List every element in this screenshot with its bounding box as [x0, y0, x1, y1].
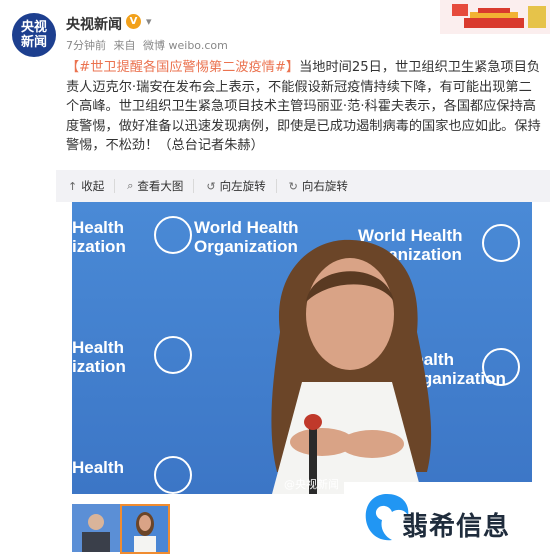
rotate-right-button[interactable]: ↻ 向右旋转 — [289, 179, 358, 193]
thumbnail-2[interactable] — [120, 504, 170, 554]
view-large-button[interactable]: ⌕ 查看大图 — [127, 179, 195, 193]
image-watermark: @央视新闻 — [284, 478, 339, 491]
magnifier-icon: ⌕ — [127, 179, 134, 192]
who-left-line1: Health — [72, 218, 124, 237]
post-text: 【#世卫提醒各国应警惕第二波疫情#】当地时间25日，世卫组织卫生紧急项目负责人迈… — [66, 58, 542, 156]
collapse-label: 收起 — [81, 179, 105, 193]
collapse-icon: ↑ — [68, 179, 78, 193]
rotate-right-label: 向右旋转 — [301, 179, 348, 193]
who-emblem-icon — [154, 216, 192, 254]
thumbnail-1[interactable] — [72, 504, 120, 552]
thumbnail-2-image — [122, 506, 168, 552]
who-left-text-2: Health ization — [72, 338, 126, 376]
speaker-figure — [271, 239, 432, 494]
who-left-line1c: Health — [72, 458, 124, 477]
avatar-line1: 央视 — [20, 20, 47, 35]
view-large-label: 查看大图 — [137, 179, 184, 193]
who-emblem-icon — [482, 348, 520, 386]
rotate-left-button[interactable]: ↺ 向左旋转 — [206, 179, 277, 193]
post-header: 央视 新闻 央视新闻 V ▾ 7分钟前 来自 微博 weibo.com — [0, 0, 550, 62]
source-prefix: 来自 — [113, 39, 136, 52]
avatar-line2: 新闻 — [20, 35, 47, 50]
hashtag-link[interactable]: 【#世卫提醒各国应警惕第二波疫情#】 — [66, 60, 299, 75]
who-emblem-icon — [154, 336, 192, 374]
image-toolbar: ↑ 收起 ⌕ 查看大图 ↺ 向左旋转 ↻ 向右旋转 — [56, 170, 550, 202]
post-meta: 7分钟前 来自 微博 weibo.com — [66, 37, 232, 53]
post-image[interactable]: Health ization Health ization Health World… — [72, 202, 532, 494]
who-left-text-3: Health — [72, 458, 124, 477]
post-source[interactable]: 微博 weibo.com — [143, 39, 228, 52]
rotate-right-icon: ↻ — [288, 179, 298, 193]
avatar[interactable]: 央视 新闻 — [12, 13, 56, 57]
who-left-line1b: Health — [72, 338, 124, 357]
thumbnail-1-image — [72, 504, 120, 552]
user-name[interactable]: 央视新闻 — [66, 14, 122, 34]
collapse-button[interactable]: ↑ 收起 — [68, 179, 116, 193]
rotate-left-label: 向左旋转 — [219, 179, 266, 193]
rotate-left-icon: ↺ — [206, 179, 216, 193]
who-left-line2b: ization — [72, 357, 126, 376]
brand-text: 翡希信息 — [402, 512, 511, 542]
post-time[interactable]: 7分钟前 — [66, 39, 106, 52]
who-emblem-icon — [482, 224, 520, 262]
who-emblem-icon — [154, 456, 192, 494]
chevron-down-icon[interactable]: ▾ — [146, 16, 160, 28]
verified-icon: V — [126, 14, 141, 29]
who-left-line2: ization — [72, 237, 126, 256]
who-left-text-1: Health ization — [72, 218, 126, 256]
festival-banner-icon — [440, 0, 550, 34]
